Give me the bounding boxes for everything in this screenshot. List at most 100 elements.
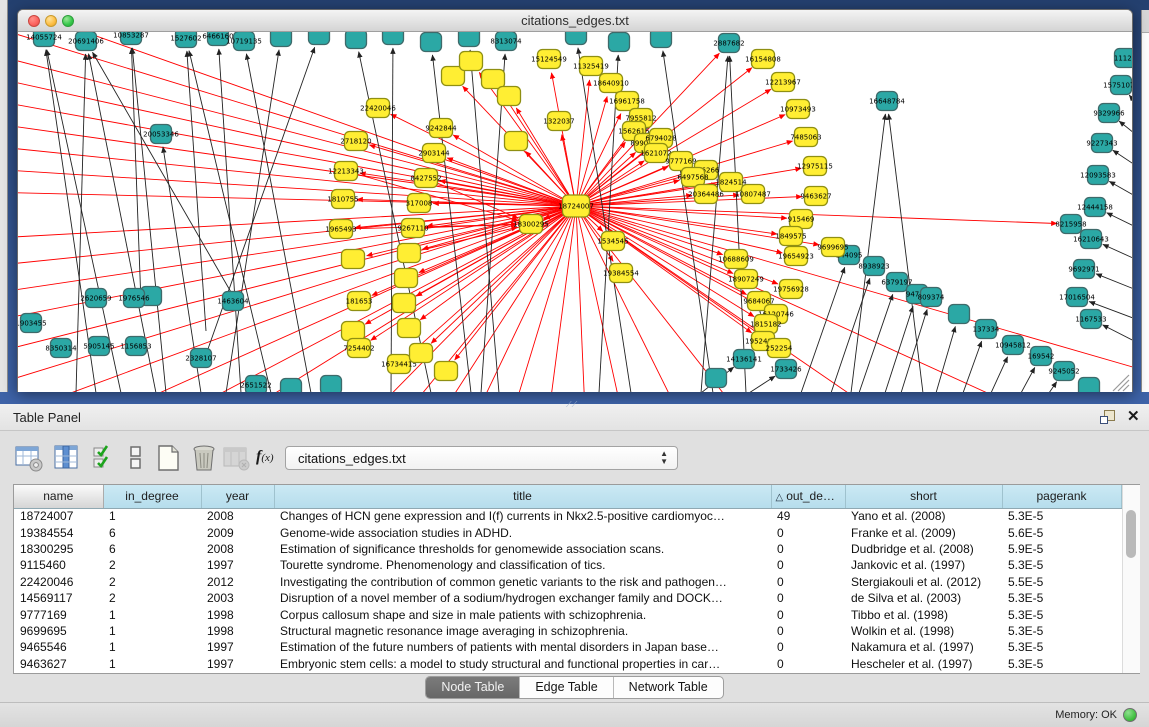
network-node[interactable]: [435, 362, 458, 381]
table-cell[interactable]: 2008: [201, 508, 274, 524]
table-cell[interactable]: Estimation of significance thresholds fo…: [274, 541, 771, 557]
table-cell[interactable]: 1998: [201, 606, 274, 622]
table-cell[interactable]: 0: [771, 557, 845, 573]
table-row[interactable]: 2242004622012Investigating the contribut…: [14, 574, 1121, 590]
table-cell[interactable]: 1: [103, 656, 201, 672]
table-selector-dropdown[interactable]: citations_edges.txt ▲▼: [285, 446, 678, 470]
table-cell[interactable]: 2: [103, 557, 201, 573]
column-header-out_degree[interactable]: △out_de…: [771, 485, 845, 508]
network-node[interactable]: [342, 322, 365, 341]
network-node[interactable]: [609, 33, 630, 52]
table-cell[interactable]: 1997: [201, 557, 274, 573]
table-cell[interactable]: Yano et al. (2008): [845, 508, 1002, 524]
network-node[interactable]: [498, 87, 521, 106]
table-cell[interactable]: 1998: [201, 623, 274, 639]
table-cell[interactable]: Tourette syndrome. Phenomenology and cla…: [274, 557, 771, 573]
column-header-title[interactable]: title: [274, 485, 771, 508]
table-cell[interactable]: 5.3E-5: [1002, 656, 1121, 672]
table-cell[interactable]: 5.9E-5: [1002, 541, 1121, 557]
network-node[interactable]: [395, 269, 418, 288]
network-node[interactable]: [949, 305, 970, 324]
table-cell[interactable]: 2: [103, 574, 201, 590]
close-icon[interactable]: ✕: [1127, 408, 1140, 425]
table-cell[interactable]: 0: [771, 524, 845, 540]
table-cell[interactable]: Changes of HCN gene expression and I(f) …: [274, 508, 771, 524]
table-cell[interactable]: Genome-wide association studies in ADHD.: [274, 524, 771, 540]
table-cell[interactable]: 0: [771, 541, 845, 557]
network-node[interactable]: [309, 32, 330, 45]
network-node[interactable]: [346, 32, 367, 49]
table-cell[interactable]: 9699695: [14, 623, 103, 639]
table-cell[interactable]: 1997: [201, 656, 274, 672]
memory-status-indicator[interactable]: [1123, 708, 1137, 722]
table-cell[interactable]: Hescheler et al. (1997): [845, 656, 1002, 672]
network-window-titlebar[interactable]: citations_edges.txt: [18, 10, 1132, 32]
table-mode-icon[interactable]: [14, 444, 44, 474]
row-options-icon[interactable]: [122, 444, 152, 474]
table-row[interactable]: 1830029562008Estimation of significance …: [14, 541, 1121, 557]
table-cell[interactable]: Corpus callosum shape and size in male p…: [274, 606, 771, 622]
table-cell[interactable]: Wolkin et al. (1998): [845, 623, 1002, 639]
table-cell[interactable]: 0: [771, 639, 845, 655]
tab-network-table[interactable]: Network Table: [614, 677, 723, 698]
table-cell[interactable]: 2003: [201, 590, 274, 606]
column-header-short[interactable]: short: [845, 485, 1002, 508]
tab-node-table[interactable]: Node Table: [426, 677, 520, 698]
network-node[interactable]: [271, 32, 292, 47]
table-cell[interactable]: 1997: [201, 639, 274, 655]
network-node[interactable]: [459, 32, 480, 47]
network-node[interactable]: [566, 32, 587, 45]
table-cell[interactable]: 2008: [201, 541, 274, 557]
network-node[interactable]: [321, 376, 342, 393]
table-cell[interactable]: 9465546: [14, 639, 103, 655]
table-row[interactable]: 977716911998Corpus callosum shape and si…: [14, 606, 1121, 622]
column-header-name[interactable]: name: [14, 485, 103, 508]
table-cell[interactable]: Estimation of the future numbers of pati…: [274, 639, 771, 655]
table-cell[interactable]: Disruption of a novel member of a sodium…: [274, 590, 771, 606]
function-builder-icon[interactable]: f(x): [256, 448, 286, 478]
table-cell[interactable]: 9115460: [14, 557, 103, 573]
network-node[interactable]: [383, 32, 404, 45]
network-node[interactable]: [342, 250, 365, 269]
table-cell[interactable]: Investigating the contribution of common…: [274, 574, 771, 590]
table-cell[interactable]: 5.3E-5: [1002, 508, 1121, 524]
delete-column-icon[interactable]: [190, 444, 220, 474]
table-cell[interactable]: Nakamura et al. (1997): [845, 639, 1002, 655]
scrollbar-thumb[interactable]: [1126, 510, 1136, 558]
table-cell[interactable]: 1: [103, 508, 201, 524]
table-cell[interactable]: 14569117: [14, 590, 103, 606]
table-cell[interactable]: Franke et al. (2009): [845, 524, 1002, 540]
table-cell[interactable]: Stergiakouli et al. (2012): [845, 574, 1002, 590]
network-node[interactable]: [1079, 378, 1100, 393]
table-cell[interactable]: 2009: [201, 524, 274, 540]
network-node[interactable]: [393, 294, 416, 313]
table-row[interactable]: 946554611997Estimation of the future num…: [14, 639, 1121, 655]
table-cell[interactable]: Tibbo et al. (1998): [845, 606, 1002, 622]
table-row[interactable]: 969969511998Structural magnetic resonanc…: [14, 623, 1121, 639]
table-cell[interactable]: 5.3E-5: [1002, 606, 1121, 622]
network-node[interactable]: [410, 344, 433, 363]
table-cell[interactable]: Jankovic et al. (1997): [845, 557, 1002, 573]
table-cell[interactable]: 9777169: [14, 606, 103, 622]
table-cell[interactable]: 1: [103, 623, 201, 639]
table-cell[interactable]: 0: [771, 606, 845, 622]
table-cell[interactable]: Dudbridge et al. (2008): [845, 541, 1002, 557]
show-columns-icon[interactable]: [52, 444, 82, 474]
table-cell[interactable]: 22420046: [14, 574, 103, 590]
vertical-scrollbar[interactable]: [1122, 485, 1140, 673]
table-row[interactable]: 911546021997Tourette syndrome. Phenomeno…: [14, 557, 1121, 573]
table-cell[interactable]: 9463627: [14, 656, 103, 672]
table-cell[interactable]: 1: [103, 639, 201, 655]
table-row[interactable]: 1872400712008Changes of HCN gene express…: [14, 508, 1121, 524]
network-node[interactable]: [281, 379, 302, 393]
table-cell[interactable]: 5.5E-5: [1002, 574, 1121, 590]
table-cell[interactable]: 2012: [201, 574, 274, 590]
table-cell[interactable]: 5.3E-5: [1002, 639, 1121, 655]
splitter-grip[interactable]: ⟋⟋: [566, 401, 580, 408]
table-cell[interactable]: 5.3E-5: [1002, 557, 1121, 573]
table-row[interactable]: 1938455462009Genome-wide association stu…: [14, 524, 1121, 540]
float-window-icon[interactable]: [1100, 410, 1115, 424]
table-row[interactable]: 946362711997Embryonic stem cells: a mode…: [14, 656, 1121, 672]
table-cell[interactable]: Embryonic stem cells: a model to study s…: [274, 656, 771, 672]
table-cell[interactable]: 6: [103, 541, 201, 557]
